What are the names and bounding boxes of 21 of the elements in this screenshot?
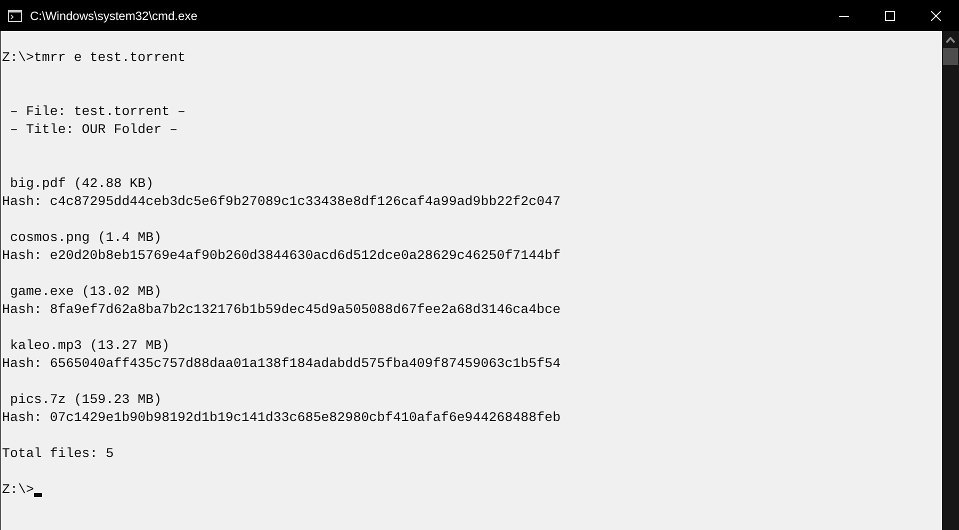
file-line: game.exe (13.02 MB) [8, 283, 162, 301]
command-line: Z:\>tmrr e test.torrent [2, 49, 186, 67]
scrollbar[interactable] [942, 31, 959, 530]
hash-line: Hash: 8fa9ef7d62a8ba7b2c132176b1b59dec45d9a505088d67fee2a68d3146ca4bce [2, 301, 561, 319]
console-icon [8, 10, 22, 22]
window-title: C:\Windows\system32\cmd.exe [30, 8, 198, 22]
file-line: big.pdf (42.88 KB) [8, 175, 154, 193]
file-line: kaleo.mp3 (13.27 MB) [8, 337, 170, 355]
header-line: – File: test.torrent – [8, 103, 186, 121]
hash-line: Hash: e20d20b8eb15769e4af90b260d3844630acd6d512dce0a28629c46250f7144bf [2, 247, 561, 265]
total-line: Total files: 5 [2, 445, 114, 463]
hash-line: Hash: 6565040aff435c757d88daa01a138f184adabdd575fba409f87459063c1b5f54 [2, 355, 561, 373]
header-line: – Title: OUR Folder – [8, 121, 178, 139]
file-line: pics.7z (159.23 MB) [8, 391, 162, 409]
hash-line: Hash: c4c87295dd44ceb3dc5e6f9b27089c1c33438e8df126caf4a99ad9bb22f2c047 [2, 193, 561, 211]
close-icon [931, 10, 941, 20]
hash-line: Hash: 07c1429e1b90b98192d1b19c141d33c685e82980cbf410afaf6e944268488feb [2, 409, 561, 427]
file-line: cosmos.png (1.4 MB) [8, 229, 162, 247]
scroll-thumb[interactable] [943, 48, 958, 65]
maximize-icon [885, 10, 895, 20]
prompt-line: Z:\> [2, 481, 34, 499]
